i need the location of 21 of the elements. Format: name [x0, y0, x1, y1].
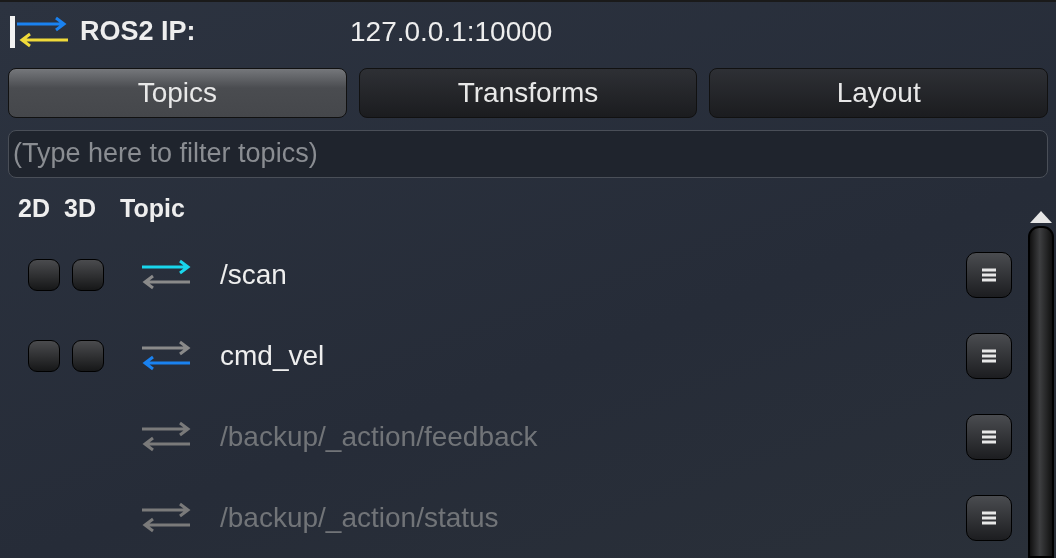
- topic-name[interactable]: /scan: [220, 258, 966, 291]
- menu-button[interactable]: [966, 332, 1012, 379]
- topic-name[interactable]: cmd_vel: [220, 339, 966, 372]
- tab[interactable]: Transforms: [358, 67, 698, 118]
- toggle[interactable]: [72, 339, 104, 372]
- ip-label: ROS2 IP:: [80, 16, 197, 48]
- toggle[interactable]: [28, 339, 60, 372]
- menu-button[interactable]: [966, 251, 1012, 298]
- filter-field[interactable]: (Type here to filter topics): [8, 129, 1048, 178]
- toggle[interactable]: [28, 258, 60, 291]
- tab[interactable]: Layout: [709, 67, 1048, 118]
- ip-address: 127.0.0.1:10000: [350, 15, 553, 48]
- column-header: Topic: [120, 193, 185, 223]
- column-header: 3D: [64, 193, 97, 223]
- toggle[interactable]: [72, 258, 104, 291]
- column-header: 2D: [18, 193, 51, 223]
- connection-icon: [8, 13, 70, 50]
- scroll-up-arrow-icon[interactable]: [1029, 210, 1053, 224]
- tab[interactable]: Topics: [8, 67, 347, 118]
- menu-button[interactable]: [966, 413, 1012, 460]
- menu-button[interactable]: [966, 494, 1012, 541]
